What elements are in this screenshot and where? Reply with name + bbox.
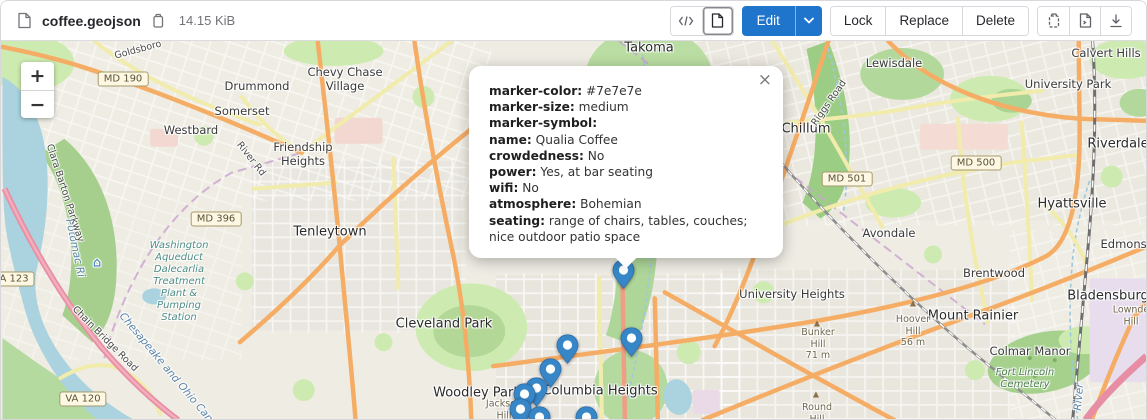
file-icon — [711, 13, 724, 28]
map-label: Chevy Chase Village — [307, 65, 382, 93]
file-header: coffee.geojson 14.15 KiB Edit — [1, 1, 1146, 41]
map-label: Bladensburg — [1067, 289, 1147, 304]
map-label: Brentwood — [963, 266, 1025, 280]
display-rendered-button[interactable] — [702, 7, 733, 35]
download-icon — [1109, 14, 1123, 28]
map-label: Chillum — [781, 122, 830, 137]
popup-fields: marker-color: #7e7e7emarker-size: medium… — [489, 83, 763, 245]
map-label: Riverdale — [1087, 137, 1147, 152]
popup-field: crowdedness: No — [489, 148, 763, 164]
replace-button[interactable]: Replace — [885, 7, 962, 35]
map-label: Mount Rainier — [928, 309, 1018, 324]
map-label: Somerset — [215, 104, 270, 118]
file-action-group: Lock Replace Delete — [830, 6, 1029, 36]
file-size: 14.15 KiB — [179, 13, 235, 28]
popup-field: atmosphere: Bohemian — [489, 196, 763, 212]
peak-icon: ▲ — [910, 299, 916, 308]
map-label: Edmonston — [1101, 237, 1147, 251]
file-code-icon — [1079, 13, 1092, 28]
road-shield: A 123 — [1, 272, 35, 287]
popup-field: seating: range of chairs, tables, couche… — [489, 213, 763, 245]
popup-field: name: Qualia Coffee — [489, 132, 763, 148]
chevron-down-icon — [804, 17, 814, 24]
copy-path-icon[interactable] — [149, 11, 167, 31]
map-marker[interactable] — [575, 406, 598, 420]
view-toggle-group — [670, 6, 734, 36]
road-shield: MD 501 — [822, 172, 873, 187]
peak-icon: ▲ — [813, 390, 819, 399]
road-shield: MD 396 — [191, 212, 242, 227]
road-shield: VA 120 — [59, 392, 106, 407]
road-shield: MD 500 — [951, 156, 1002, 171]
document-icon — [17, 12, 32, 29]
map-label: Round Hill 61 m — [802, 402, 832, 420]
map-label: Fort Lincoln Cemetery — [996, 367, 1055, 391]
feature-popup: × marker-color: #7e7e7emarker-size: medi… — [469, 66, 783, 258]
download-button[interactable] — [1100, 7, 1131, 35]
popup-field: power: Yes, at bar seating — [489, 164, 763, 180]
open-raw-button[interactable] — [1069, 7, 1100, 35]
code-icon — [678, 15, 694, 27]
copy-contents-button[interactable] — [1038, 7, 1069, 35]
map-label: Hoover Hill 56 m — [896, 314, 930, 349]
file-utility-group — [1037, 6, 1132, 36]
zoom-control: + − — [21, 62, 54, 118]
popup-field: marker-symbol: — [489, 115, 763, 131]
popup-close-icon[interactable]: × — [756, 70, 774, 91]
map-label: Hyattsville — [1038, 197, 1107, 212]
popup-field: wifi: No — [489, 180, 763, 196]
map-label: University Heights — [739, 287, 845, 301]
delete-button[interactable]: Delete — [962, 7, 1028, 35]
popup-field: marker-size: medium — [489, 99, 763, 115]
map-label: Drummond — [225, 79, 290, 93]
map-label: Lownde Hill — [1113, 305, 1147, 328]
edit-dropdown-button[interactable] — [795, 6, 822, 36]
file-name: coffee.geojson — [42, 13, 141, 29]
map-label: Bunker Hill 71 m — [801, 327, 834, 362]
map-label: Westbard — [164, 123, 218, 137]
zoom-in-button[interactable]: + — [21, 62, 54, 90]
map-label: Cleveland Park — [396, 317, 493, 332]
map[interactable]: Takoma Chillum Riverdale Hyattsville Mount R… — [1, 41, 1147, 420]
map-marker[interactable] — [620, 327, 643, 357]
header-actions: Edit Lock Replace Delete — [670, 6, 1132, 36]
road-shield: MD 190 — [98, 72, 149, 87]
map-label: Takoma — [624, 41, 673, 56]
map-label: Colmar Manor — [990, 344, 1071, 358]
clipboard-icon — [1047, 13, 1061, 29]
lock-button[interactable]: Lock — [831, 7, 886, 35]
map-label: Calvert Hills — [1071, 46, 1140, 60]
edit-split-button: Edit — [742, 6, 822, 36]
file-viewer-card: coffee.geojson 14.15 KiB Edit — [0, 0, 1147, 420]
map-marker[interactable] — [528, 406, 551, 420]
zoom-out-button[interactable]: − — [21, 90, 54, 118]
map-label: River — [1072, 383, 1086, 411]
peak-icon: ▲ — [814, 319, 820, 328]
display-source-button[interactable] — [671, 7, 702, 35]
map-label: Washington Aqueduct Dalecarlia Treatment… — [150, 240, 209, 324]
map-label: ⌂ — [93, 256, 101, 271]
edit-button[interactable]: Edit — [742, 6, 795, 36]
map-label: Tenleytown — [293, 225, 366, 240]
popup-field: marker-color: #7e7e7e — [489, 83, 763, 99]
map-label: Avondale — [863, 226, 916, 240]
map-label: University Park — [1025, 77, 1112, 91]
map-label: Friendship Heights — [273, 140, 332, 168]
map-label: Lewisdale — [866, 56, 923, 70]
